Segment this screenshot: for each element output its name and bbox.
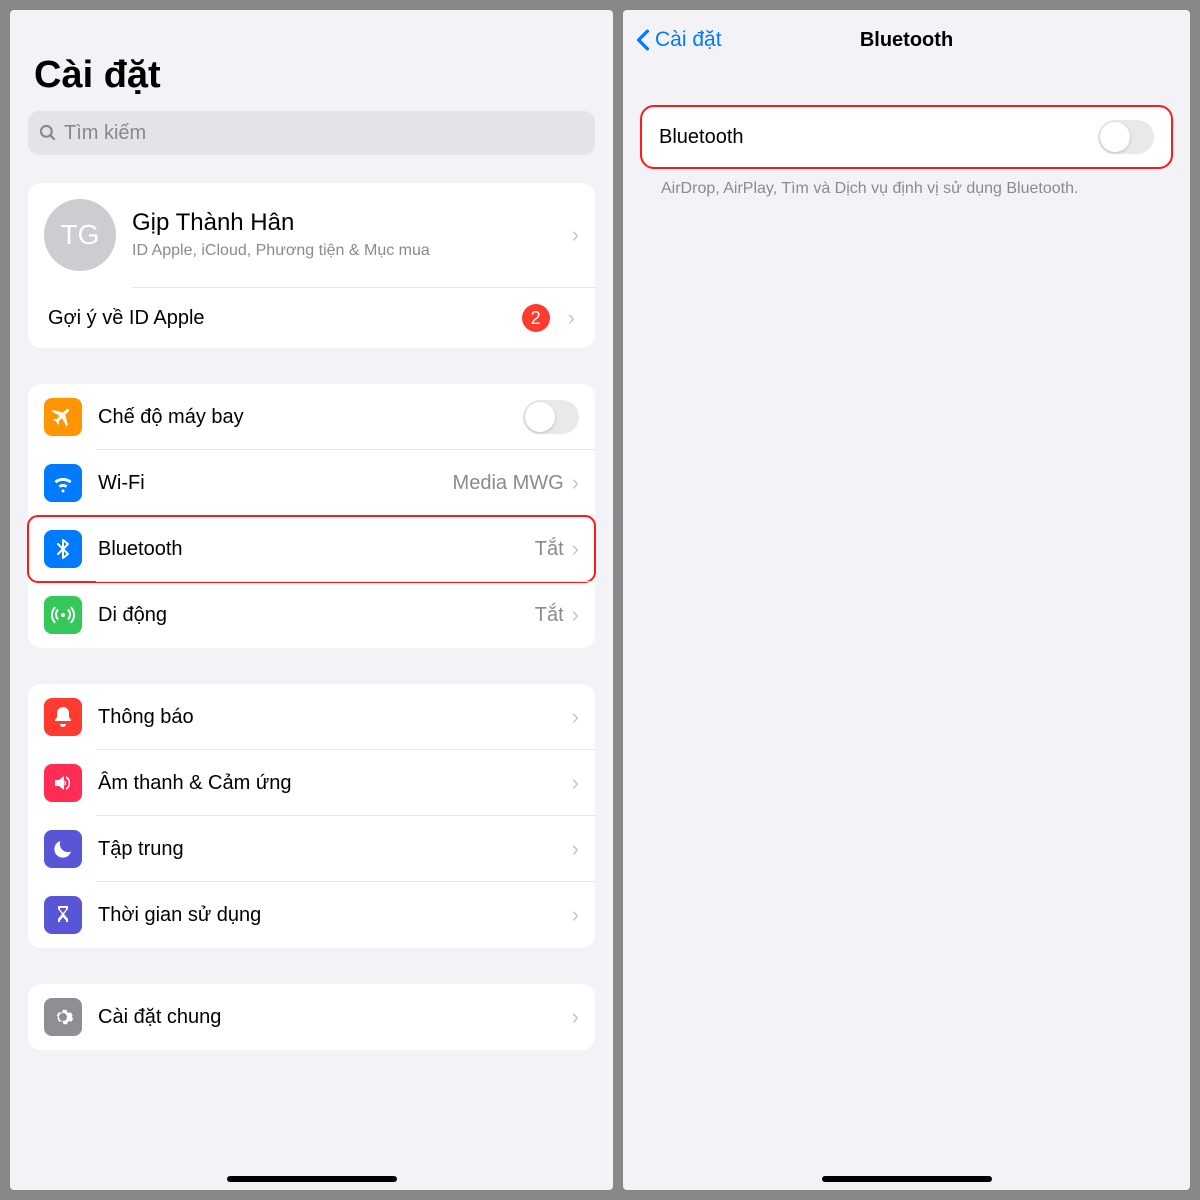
bell-icon bbox=[44, 698, 82, 736]
airplane-icon bbox=[44, 398, 82, 436]
chevron-right-icon: › bbox=[564, 704, 579, 730]
focus-label: Tập trung bbox=[98, 838, 564, 861]
chevron-right-icon: › bbox=[564, 902, 579, 928]
sounds-row[interactable]: Âm thanh & Cảm ứng › bbox=[28, 750, 595, 816]
cellular-label: Di động bbox=[98, 604, 535, 627]
airplane-toggle[interactable] bbox=[523, 400, 579, 434]
bluetooth-label: Bluetooth bbox=[98, 538, 535, 561]
connectivity-group: Chế độ máy bay Wi-Fi Media MWG › Bluetoo… bbox=[28, 384, 595, 648]
bluetooth-row[interactable]: Bluetooth Tắt › bbox=[28, 516, 595, 582]
search-icon bbox=[38, 123, 58, 143]
chevron-right-icon: › bbox=[564, 836, 579, 862]
cellular-value: Tắt bbox=[535, 604, 564, 627]
back-button[interactable]: Cài đặt bbox=[635, 28, 722, 52]
wifi-row[interactable]: Wi-Fi Media MWG › bbox=[28, 450, 595, 516]
speaker-icon bbox=[44, 764, 82, 802]
general-label: Cài đặt chung bbox=[98, 1006, 564, 1029]
gear-icon bbox=[44, 998, 82, 1036]
chevron-right-icon: › bbox=[564, 1004, 579, 1030]
apple-id-suggestions-row[interactable]: Gợi ý về ID Apple 2 › bbox=[28, 288, 595, 348]
profile-name: Gịp Thành Hân bbox=[132, 209, 564, 237]
nav-header: Cài đặt Bluetooth bbox=[623, 14, 1190, 66]
wifi-value: Media MWG bbox=[453, 472, 564, 495]
sounds-label: Âm thanh & Cảm ứng bbox=[98, 772, 564, 795]
bluetooth-value: Tắt bbox=[535, 538, 564, 561]
chevron-right-icon: › bbox=[564, 222, 579, 248]
bluetooth-toggle-label: Bluetooth bbox=[659, 126, 744, 149]
cellular-icon bbox=[44, 596, 82, 634]
profile-row[interactable]: TG Gịp Thành Hân ID Apple, iCloud, Phươn… bbox=[28, 183, 595, 287]
back-label: Cài đặt bbox=[655, 28, 722, 52]
avatar: TG bbox=[44, 199, 116, 271]
search-placeholder-text: Tìm kiếm bbox=[64, 122, 146, 145]
notifications-row[interactable]: Thông báo › bbox=[28, 684, 595, 750]
screentime-row[interactable]: Thời gian sử dụng › bbox=[28, 882, 595, 948]
settings-root-panel: Cài đặt Tìm kiếm TG Gịp Thành Hân ID App… bbox=[10, 10, 613, 1190]
chevron-right-icon: › bbox=[564, 602, 579, 628]
chevron-left-icon bbox=[635, 29, 651, 51]
page-title: Cài đặt bbox=[28, 10, 595, 111]
notifications-label: Thông báo bbox=[98, 706, 564, 729]
chevron-right-icon: › bbox=[560, 305, 575, 331]
bluetooth-toggle-group: Bluetooth bbox=[641, 106, 1172, 168]
profile-group: TG Gịp Thành Hân ID Apple, iCloud, Phươn… bbox=[28, 183, 595, 348]
home-indicator[interactable] bbox=[822, 1176, 992, 1182]
airplane-label: Chế độ máy bay bbox=[98, 406, 523, 429]
chevron-right-icon: › bbox=[564, 770, 579, 796]
apple-id-suggestions-label: Gợi ý về ID Apple bbox=[48, 307, 522, 330]
notification-badge: 2 bbox=[522, 304, 550, 332]
wifi-icon bbox=[44, 464, 82, 502]
general-row[interactable]: Cài đặt chung › bbox=[28, 984, 595, 1050]
focus-row[interactable]: Tập trung › bbox=[28, 816, 595, 882]
profile-subtitle: ID Apple, iCloud, Phương tiện & Mục mua bbox=[132, 241, 564, 262]
bluetooth-toggle-row[interactable]: Bluetooth bbox=[641, 106, 1172, 168]
wifi-label: Wi-Fi bbox=[98, 472, 453, 495]
screentime-label: Thời gian sử dụng bbox=[98, 904, 564, 927]
bluetooth-note: AirDrop, AirPlay, Tìm và Dịch vụ định vị… bbox=[641, 178, 1172, 200]
notifications-group: Thông báo › Âm thanh & Cảm ứng › Tập tru… bbox=[28, 684, 595, 948]
cellular-row[interactable]: Di động Tắt › bbox=[28, 582, 595, 648]
chevron-right-icon: › bbox=[564, 536, 579, 562]
chevron-right-icon: › bbox=[564, 470, 579, 496]
general-group: Cài đặt chung › bbox=[28, 984, 595, 1050]
bluetooth-detail-panel: Cài đặt Bluetooth Bluetooth AirDrop, Air… bbox=[623, 10, 1190, 1190]
search-input[interactable]: Tìm kiếm bbox=[28, 111, 595, 155]
moon-icon bbox=[44, 830, 82, 868]
bluetooth-icon bbox=[44, 530, 82, 568]
airplane-mode-row[interactable]: Chế độ máy bay bbox=[28, 384, 595, 450]
home-indicator[interactable] bbox=[227, 1176, 397, 1182]
bluetooth-toggle[interactable] bbox=[1098, 120, 1154, 154]
hourglass-icon bbox=[44, 896, 82, 934]
